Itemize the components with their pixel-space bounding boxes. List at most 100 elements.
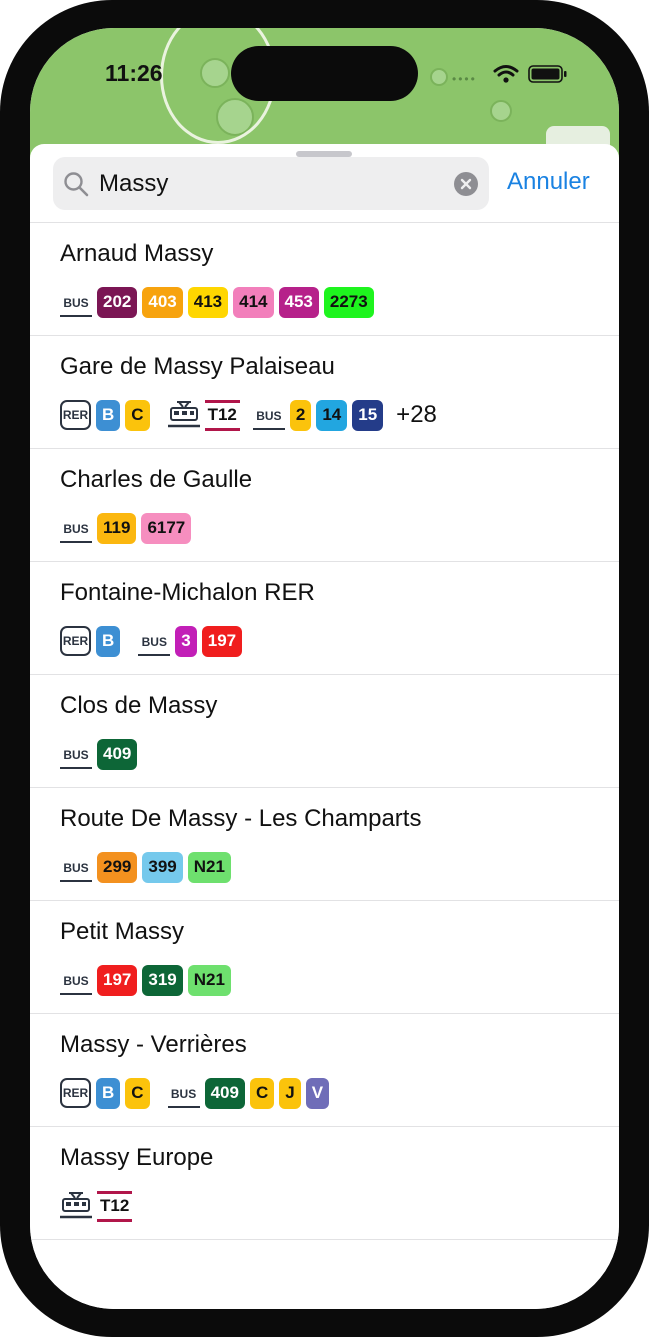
bus-mode-icon: BUS [60,853,92,882]
rer-mode: RER [60,400,91,430]
map-tree-icon [490,100,512,122]
rer-mode-icon: RER [60,626,91,656]
result-row[interactable]: Clos de Massy BUS 409 [30,674,619,787]
wifi-icon [493,65,519,83]
line-badge: B [96,399,121,431]
tram-line-badge: T12 [97,1190,133,1222]
result-row[interactable]: Route De Massy - Les Champarts BUS 299 399 N… [30,787,619,900]
line-badge: 6177 [141,512,192,544]
line-badge: 2273 [323,286,374,318]
line-badges: T12 [60,1190,145,1222]
stop-name: Charles de Gaulle [60,466,253,493]
results-list: Arnaud Massy BUS 202 403 413 414 453 2273 Gare d… [30,222,619,1240]
stop-name: Fontaine-Michalon RER [60,579,315,606]
line-badges: BUS 409 [60,738,142,770]
search-sheet: Annuler Arnaud MassyBUS20240341341445322… [30,144,619,1309]
result-row[interactable]: Fontaine-Michalon RER RER B BUS 3 197 [30,561,619,674]
line-badge: 403 [142,286,183,318]
dynamic-island [231,46,418,101]
line-badge: 15 [352,399,384,431]
line-badge: 453 [278,286,319,318]
status-time: 11:26 [105,60,163,86]
bus-mode: BUS [60,853,92,882]
stop-name: Petit Massy [60,918,185,945]
bus-mode: BUS [167,1079,200,1108]
line-badge: C [125,1077,150,1109]
line-badges: RER B C BUS 409 C J V [60,1077,334,1109]
clear-icon [460,178,472,190]
tram-icon [60,1192,92,1219]
battery-icon [528,65,567,83]
line-badge: 319 [142,964,183,996]
bus-mode-icon: BUS [167,1079,200,1108]
clear-search-button[interactable] [454,172,478,196]
bus-mode: BUS [60,288,92,317]
result-row[interactable]: Petit Massy BUS 197 319 N21 [30,900,619,1013]
rer-mode: RER [60,626,91,656]
tram-icon [167,401,200,428]
line-badge: 299 [97,851,138,883]
stop-name: Arnaud Massy [60,240,214,267]
cancel-button[interactable]: Annuler [507,168,590,196]
rer-mode: RER [60,1078,91,1108]
line-badge: 3 [175,625,197,657]
stop-name: Massy Europe [60,1144,214,1171]
map-tree-icon [430,68,448,86]
line-badge: 2 [289,399,312,431]
line-badges: RER B BUS 3 197 [60,625,247,657]
screen: 11:26 •••• Massy Annuler Arnaud Massy BU… [30,28,619,1309]
bus-mode-icon: BUS [60,288,92,317]
bus-mode-icon: BUS [60,514,92,543]
line-badge: 399 [142,851,183,883]
search-input[interactable] [99,157,439,210]
line-badge: J [279,1077,301,1109]
bus-mode-icon: BUS [60,966,92,995]
line-badge: C [125,399,150,431]
line-badge: 409 [204,1077,245,1109]
result-row[interactable]: Massy Europe T12 [30,1126,619,1240]
line-badge: 413 [187,286,229,318]
bus-mode-icon: BUS [60,740,92,769]
more-lines-count: +28 [396,401,437,428]
line-badge: N21 [187,964,231,996]
rer-mode-icon: RER [60,400,91,430]
result-row[interactable]: Massy - Verrières RER B C BUS 409 C J V [30,1013,619,1126]
line-badge: 197 [97,964,138,996]
signal-indicator: •••• [452,72,477,86]
line-badge: 14 [316,399,348,431]
line-badges: BUS 119 6177 [60,512,196,544]
line-badge: 119 [97,512,137,544]
line-badge: B [96,1077,121,1109]
phone-frame: 11:26 •••• Massy Annuler Arnaud Massy BU… [0,0,649,1337]
stop-name: Gare de Massy Palaiseau [60,353,335,380]
stop-name: Route De Massy - Les Champarts [60,805,422,832]
line-badge: N21 [187,851,231,883]
line-badge: 197 [201,625,243,657]
line-badges: BUS 197 319 N21 [60,964,236,996]
search-bar[interactable] [53,157,489,210]
bus-mode: BUS [252,401,285,430]
bus-mode-icon: BUS [252,401,285,430]
bus-mode: BUS [60,966,92,995]
result-row[interactable]: Arnaud Massy BUS 202 403 413 414 453 2273 [30,222,619,335]
line-badge: 414 [233,286,274,318]
stop-name: Massy - Verrières [60,1031,247,1058]
bus-mode: BUS [138,627,171,656]
line-badges: RER B C T12 BUS 2 14 15 +28 [60,399,437,431]
rer-mode-icon: RER [60,1078,91,1108]
bus-mode: BUS [60,514,92,543]
line-badges: BUS 299 399 N21 [60,851,236,883]
tram-mode [60,1190,92,1222]
tram-mode [167,399,200,431]
stop-name: Clos de Massy [60,692,218,719]
line-badge: B [96,625,121,657]
line-badge: 409 [97,738,138,770]
search-icon [64,172,89,197]
line-badge: C [249,1077,275,1109]
result-row[interactable]: Gare de Massy Palaiseau RER B C T12 BUS 2 14 15 +… [30,335,619,448]
tram-line-badge: T12 [204,399,240,431]
line-badge: V [305,1077,330,1109]
line-badge: 202 [97,286,138,318]
result-row[interactable]: Charles de Gaulle BUS 119 6177 [30,448,619,561]
bus-mode-icon: BUS [138,627,171,656]
